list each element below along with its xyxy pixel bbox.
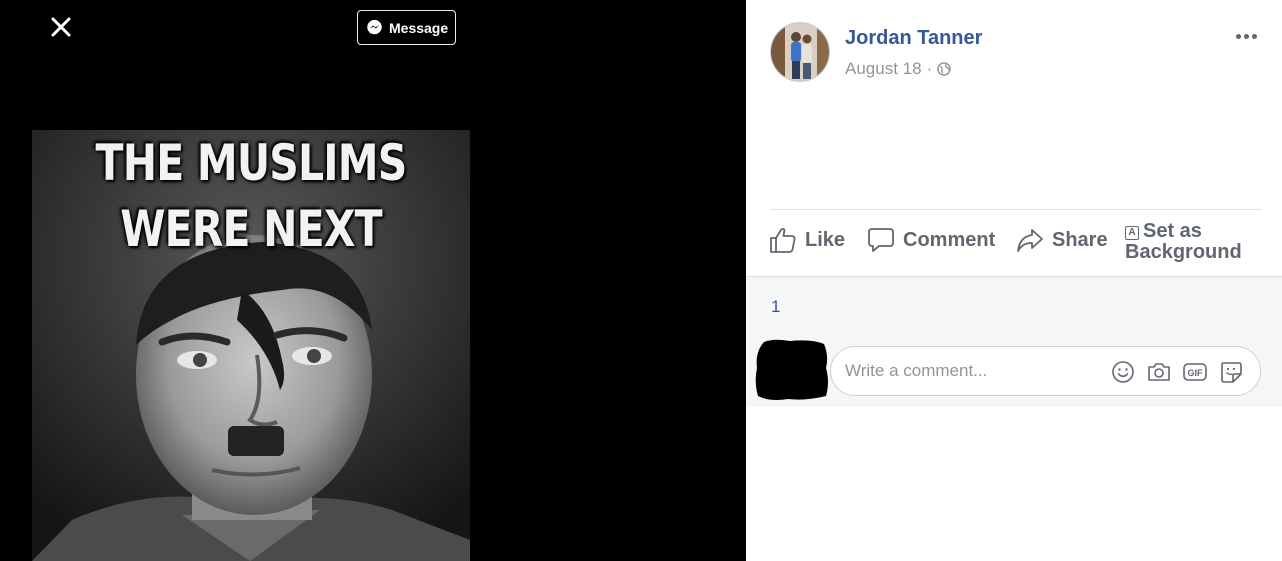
comment-count-link[interactable]: 1 (771, 297, 780, 317)
gif-icon[interactable]: GIF (1182, 359, 1208, 385)
like-button[interactable]: Like (769, 226, 845, 254)
post-panel: Jordan Tanner August 18 · Like Comment S… (746, 0, 1282, 561)
comment-button[interactable]: Comment (867, 226, 995, 254)
photo-portrait-illustration (32, 130, 470, 561)
message-button[interactable]: Message (357, 10, 456, 45)
more-options-icon[interactable] (1234, 26, 1258, 46)
share-label: Share (1052, 228, 1108, 251)
author-avatar[interactable] (770, 22, 830, 82)
camera-icon[interactable] (1146, 359, 1172, 385)
avatar-photo (771, 23, 829, 81)
post-meta: August 18 · (845, 59, 951, 79)
photo-viewer: Message THE MUSLIMS WERE NEXT (0, 0, 746, 561)
meta-separator: · (926, 59, 933, 78)
comment-composer: GIF (830, 346, 1261, 396)
post-date-link[interactable]: August 18 (845, 59, 922, 79)
thumbs-up-icon (770, 227, 796, 253)
actions-divider (770, 209, 1262, 210)
messenger-icon (367, 19, 382, 35)
post-photo[interactable]: THE MUSLIMS WERE NEXT (32, 130, 470, 561)
globe-icon[interactable] (937, 62, 951, 76)
message-button-label: Message (389, 19, 449, 36)
set-as-background-button[interactable]: A Set as Background (1125, 221, 1282, 263)
redacted-avatar (755, 339, 828, 400)
like-label: Like (805, 228, 846, 251)
comment-input[interactable] (845, 357, 1105, 385)
set-background-label: Set as Background (1125, 220, 1242, 263)
author-name-link[interactable]: Jordan Tanner (845, 27, 982, 50)
meme-caption-line-1: THE MUSLIMS (95, 134, 408, 192)
sticker-icon[interactable] (1218, 359, 1244, 385)
svg-text:GIF: GIF (1188, 368, 1204, 378)
background-icon: A (1125, 226, 1139, 240)
emoji-icon[interactable] (1110, 359, 1136, 385)
close-icon[interactable] (49, 15, 73, 39)
share-arrow-icon (1017, 229, 1043, 252)
speech-bubble-icon (868, 228, 894, 252)
share-button[interactable]: Share (1016, 226, 1108, 254)
meme-caption-line-2: WERE NEXT (120, 200, 382, 258)
comment-label: Comment (903, 228, 996, 251)
comments-section: 1 GIF (746, 276, 1282, 407)
